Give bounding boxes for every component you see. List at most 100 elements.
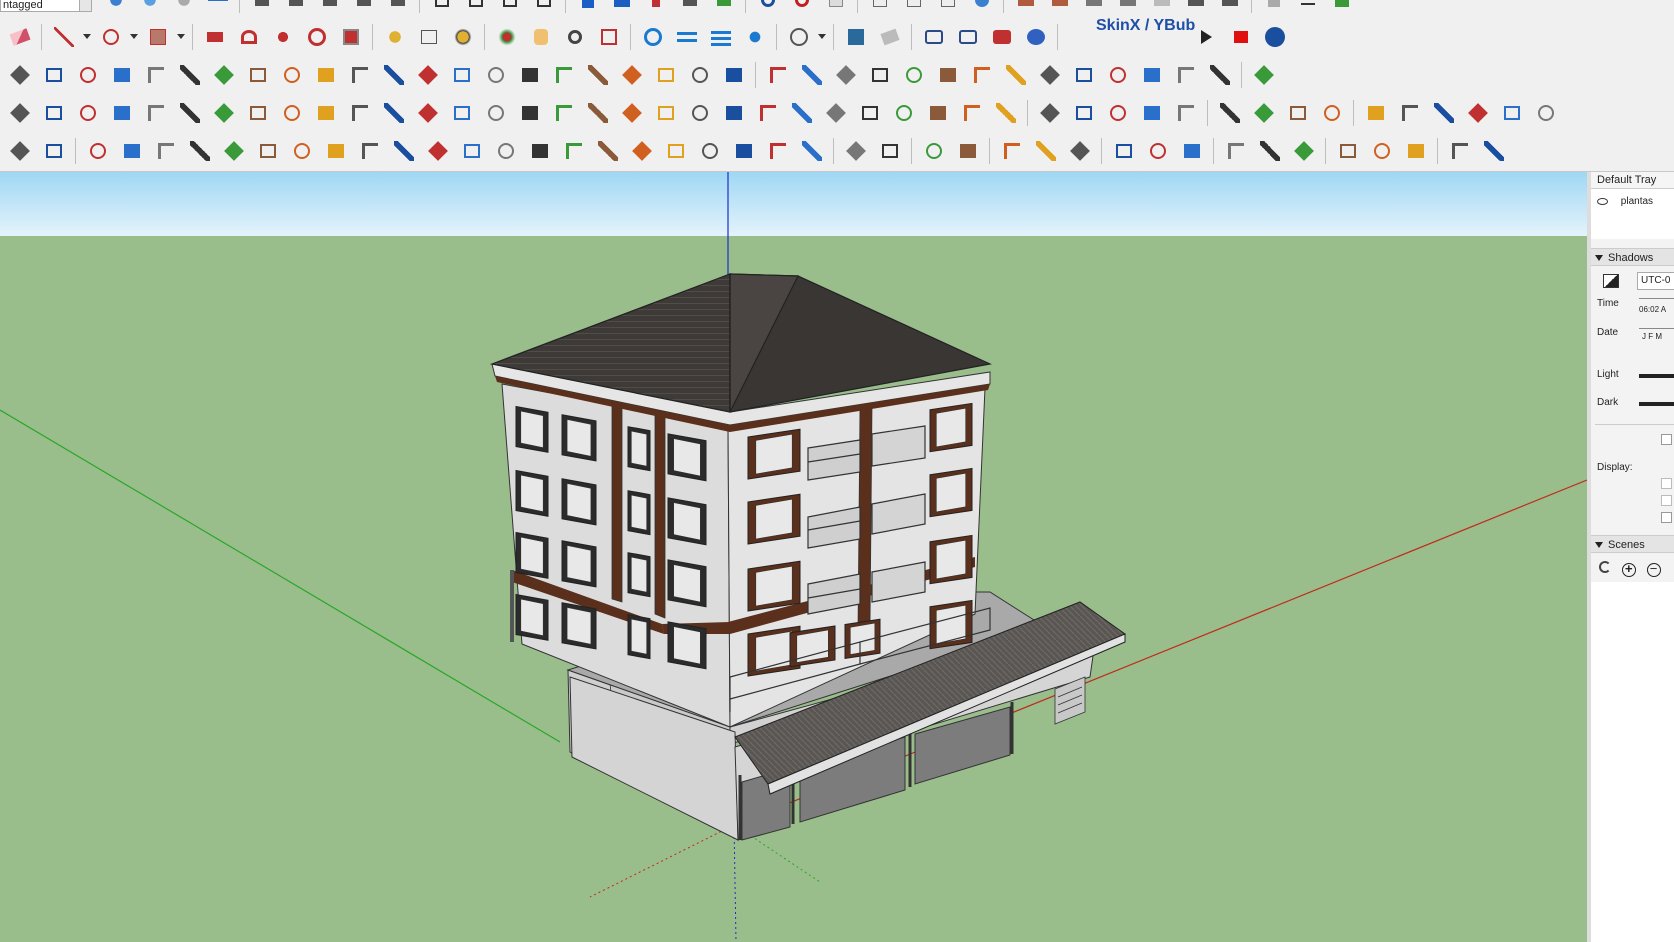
push-pull-icon[interactable] — [199, 21, 230, 52]
date-slider[interactable] — [1639, 328, 1674, 329]
row4-tool-16-icon[interactable] — [524, 135, 555, 166]
row4-tool-8-icon[interactable] — [252, 135, 283, 166]
layers-icon[interactable] — [202, 0, 233, 15]
rectangle-icon[interactable] — [142, 21, 173, 52]
zoom-extents-icon[interactable] — [134, 0, 165, 15]
row3-tool-28-icon[interactable] — [922, 97, 953, 128]
right-view-icon[interactable] — [348, 0, 379, 15]
previous-view-icon[interactable] — [168, 0, 199, 15]
row4-tool-7-icon[interactable] — [218, 135, 249, 166]
row4-tool-41-icon[interactable] — [1444, 135, 1475, 166]
pan-icon[interactable] — [525, 21, 556, 52]
triangle-icon[interactable] — [708, 0, 739, 15]
row3-tool-39-icon[interactable] — [1316, 97, 1347, 128]
row3-tool-27-icon[interactable] — [888, 97, 919, 128]
row3-tool-13-icon[interactable] — [412, 97, 443, 128]
row2-roll-icon[interactable] — [174, 59, 205, 90]
row2-column2-icon[interactable] — [548, 59, 579, 90]
row2-pillars-icon[interactable] — [1068, 59, 1099, 90]
style-shaded-icon[interactable] — [528, 0, 559, 15]
row3-tool-24-icon[interactable] — [786, 97, 817, 128]
row3-tool-44-icon[interactable] — [1496, 97, 1527, 128]
row4-tool-3-icon[interactable] — [82, 135, 113, 166]
row4-tool-30-icon[interactable] — [1030, 135, 1061, 166]
row3-tool-30-icon[interactable] — [990, 97, 1021, 128]
row4-tool-38-icon[interactable] — [1332, 135, 1363, 166]
row3-tool-37-icon[interactable] — [1248, 97, 1279, 128]
row4-tool-20-icon[interactable] — [660, 135, 691, 166]
save-file-icon[interactable] — [898, 0, 929, 15]
follow-me-icon[interactable] — [674, 0, 705, 15]
scale-icon[interactable] — [335, 21, 366, 52]
terrain-2-icon[interactable] — [1112, 0, 1143, 15]
terrain-icon[interactable] — [1078, 0, 1109, 15]
texture-tool-icon[interactable] — [1010, 0, 1041, 15]
row2-hatch2-icon[interactable] — [1034, 59, 1065, 90]
row3-tool-7-icon[interactable] — [208, 97, 239, 128]
terrain-4-icon[interactable] — [1214, 0, 1245, 15]
move-icon[interactable] — [267, 21, 298, 52]
row3-tool-6-icon[interactable] — [174, 97, 205, 128]
orbit-icon[interactable] — [491, 21, 522, 52]
row2-ramp2-icon[interactable] — [1204, 59, 1235, 90]
zoom-window-icon[interactable] — [100, 0, 131, 15]
front-view-icon[interactable] — [314, 0, 345, 15]
display-ground-checkbox[interactable] — [1661, 495, 1672, 506]
row4-tool-37-icon[interactable] — [1288, 135, 1319, 166]
row2-panel2-icon[interactable] — [932, 59, 963, 90]
row3-tool-41-icon[interactable] — [1394, 97, 1425, 128]
row4-tool-10-icon[interactable] — [320, 135, 351, 166]
row3-tool-4-icon[interactable] — [106, 97, 137, 128]
row3-tool-32-icon[interactable] — [1068, 97, 1099, 128]
row3-tool-26-icon[interactable] — [854, 97, 885, 128]
row4-tool-23-icon[interactable] — [762, 135, 793, 166]
row2-bend2-icon[interactable] — [344, 59, 375, 90]
row2-globe-icon[interactable] — [582, 59, 613, 90]
modeling-viewport[interactable] — [0, 172, 1587, 942]
row3-tool-9-icon[interactable] — [276, 97, 307, 128]
row4-tool-26-icon[interactable] — [874, 135, 905, 166]
user-icon[interactable] — [1258, 0, 1289, 15]
user-status-icon[interactable] — [783, 21, 814, 52]
style-xray-icon[interactable] — [426, 0, 457, 15]
style-wireframe-icon[interactable] — [460, 0, 491, 15]
row3-tool-38-icon[interactable] — [1282, 97, 1313, 128]
row3-tool-20-icon[interactable] — [650, 97, 681, 128]
row2-twist-icon[interactable] — [106, 59, 137, 90]
stop-icon[interactable] — [1225, 21, 1256, 52]
row3-tool-10-icon[interactable] — [310, 97, 341, 128]
row2-arc-icon[interactable] — [4, 59, 35, 90]
row4-tool-31-icon[interactable] — [1064, 135, 1095, 166]
row4-tool-35-icon[interactable] — [1220, 135, 1251, 166]
row2-diagonal-icon[interactable] — [684, 59, 715, 90]
row2-plank2-icon[interactable] — [762, 59, 793, 90]
row3-tool-35-icon[interactable] — [1170, 97, 1201, 128]
row3-tool-19-icon[interactable] — [616, 97, 647, 128]
row3-tool-21-icon[interactable] — [684, 97, 715, 128]
rotate-icon[interactable] — [301, 21, 332, 52]
row4-tool-40-icon[interactable] — [1400, 135, 1431, 166]
row3-tool-17-icon[interactable] — [548, 97, 579, 128]
row4-tool-6-icon[interactable] — [184, 135, 215, 166]
row4-tool-12-icon[interactable] — [388, 135, 419, 166]
scenes-section-header[interactable]: Scenes — [1591, 535, 1674, 553]
row2-scroll-icon[interactable] — [140, 59, 171, 90]
stack-icon[interactable] — [705, 21, 736, 52]
zoom-icon[interactable] — [559, 21, 590, 52]
texture-tool-2-icon[interactable] — [1044, 0, 1075, 15]
row2-shell2-icon[interactable] — [1136, 59, 1167, 90]
row4-tool-4-icon[interactable] — [116, 135, 147, 166]
display-faces-checkbox[interactable] — [1661, 478, 1672, 489]
row3-tool-5-icon[interactable] — [140, 97, 171, 128]
row2-grid-icon[interactable] — [1102, 59, 1133, 90]
row3-tool-25-icon[interactable] — [820, 97, 851, 128]
row3-tool-42-icon[interactable] — [1428, 97, 1459, 128]
style-hidden-line-icon[interactable] — [494, 0, 525, 15]
row4-tool-42-icon[interactable] — [1478, 135, 1509, 166]
row4-tool-2-icon[interactable] — [38, 135, 69, 166]
utc-select[interactable]: UTC-0 — [1637, 272, 1674, 290]
refresh-icon[interactable] — [1599, 561, 1611, 573]
sandbox-icon[interactable] — [637, 21, 668, 52]
row2-panel-icon[interactable] — [898, 59, 929, 90]
row4-tool-24-icon[interactable] — [796, 135, 827, 166]
